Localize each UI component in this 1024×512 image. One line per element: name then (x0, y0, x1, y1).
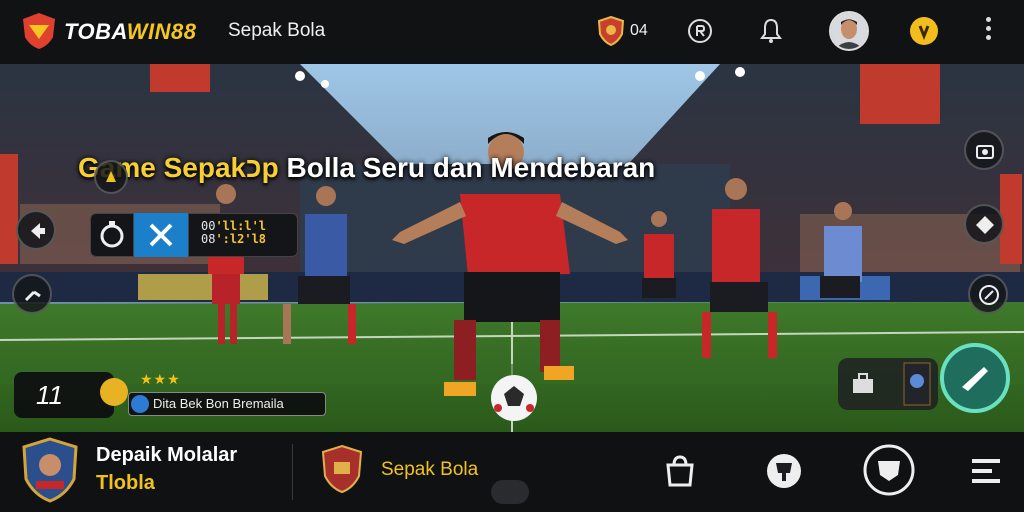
globe-icon (131, 395, 149, 413)
menu-list-icon[interactable] (966, 451, 1006, 491)
club-crest-icon[interactable] (22, 437, 78, 503)
swap-button[interactable] (12, 274, 52, 314)
camera-button[interactable] (964, 130, 1004, 170)
footer-title[interactable]: Depaik Molalar (96, 444, 237, 467)
stadium-scene: Game Sepakכp Bolla Seru dan Mendebaran 0… (0, 64, 1024, 432)
tools-icon (149, 223, 173, 247)
top-bar: TOBAWIN88 Sepak Bola 04 (0, 0, 1024, 64)
hud-timer-box[interactable] (90, 213, 134, 257)
compass-button[interactable] (968, 274, 1008, 314)
compass-icon (979, 285, 999, 305)
coin-icon[interactable] (910, 17, 938, 45)
hud-line1-value: 'll:l'l (215, 219, 267, 233)
player-stars: ★★★ (140, 372, 181, 388)
player-name-tag: Dita Bek Bon Bremaila (128, 392, 326, 416)
brand-name[interactable]: TOBAWIN88 (64, 19, 196, 45)
player-name: Dita Bek Bon Bremaila (153, 396, 284, 411)
brand-name-part2: WIN88 (126, 19, 197, 44)
camera-icon (976, 145, 994, 159)
brand-name-part1: TOBA (64, 19, 127, 44)
player-number: 11 (14, 372, 114, 418)
headline-part2: Bolla Seru dan Mendebaran (286, 152, 656, 183)
diamond-arrow-icon (976, 216, 994, 234)
r-coin-icon[interactable] (686, 17, 714, 45)
back-button[interactable] (16, 210, 56, 250)
bag-icon[interactable] (660, 451, 700, 491)
shield-count: 04 (630, 22, 648, 39)
hud-line2-prefix: 08 (201, 232, 216, 246)
direction-button[interactable] (964, 204, 1004, 244)
footer-divider (292, 444, 293, 500)
hud-line2-value: ':l2'l8 (215, 232, 267, 246)
bag-mini-icon[interactable] (848, 369, 878, 399)
stopwatch-icon (100, 221, 124, 248)
boot-kick-icon (962, 367, 988, 391)
soccer-ball-icon (491, 375, 537, 421)
hud-tools-box[interactable] (134, 213, 188, 257)
shield-chat-icon[interactable] (862, 443, 916, 497)
swap-icon (24, 290, 41, 302)
card-mini-icon[interactable] (902, 361, 932, 407)
section-label[interactable]: Sepak Bola (381, 459, 478, 481)
nav-title[interactable]: Sepak Bola (228, 20, 325, 42)
home-indicator[interactable] (491, 480, 529, 504)
kebab-menu-icon[interactable] (980, 14, 996, 48)
hud-line1-prefix: 00 (201, 219, 216, 233)
section-shield-icon[interactable] (321, 444, 363, 494)
hero-headline: Game Sepakכp Bolla Seru dan Mendebaran (78, 152, 655, 184)
shield-badge-icon[interactable] (598, 16, 624, 46)
avatar[interactable] (829, 11, 869, 51)
compass-mini-button[interactable] (94, 160, 128, 194)
player-card[interactable]: 11 ★★★ Dita Bek Bon Bremaila (14, 372, 326, 420)
arrow-left-icon (31, 223, 45, 239)
brand-logo-icon[interactable] (20, 11, 58, 51)
trophy-icon[interactable] (764, 451, 804, 491)
shoot-action-button[interactable] (940, 343, 1010, 413)
footer-subtitle: Tlobla (96, 472, 155, 494)
player-badge-icon (100, 378, 128, 406)
match-hud: 00'll:l'l 08':l2'l8 (90, 213, 298, 257)
bell-icon[interactable] (757, 17, 785, 45)
quick-panel (838, 358, 938, 410)
app-screen: TOBAWIN88 Sepak Bola 04 Game Sepakכp Bol… (0, 0, 1024, 512)
hud-score-box: 00'll:l'l 08':l2'l8 (188, 213, 298, 257)
